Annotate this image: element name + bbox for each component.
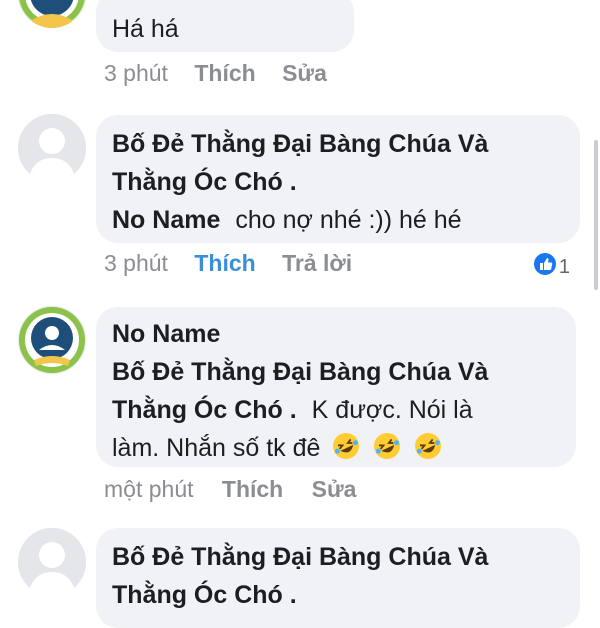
comment-bubble-3: No Name Bố Đẻ Thằng Đại Bàng Chúa Và Thằ… <box>96 307 576 467</box>
comment-time: 3 phút <box>104 250 168 276</box>
avatar-default[interactable] <box>18 528 86 596</box>
comment-author-name[interactable]: Bố Đẻ Thằng Đại Bàng Chúa Và <box>112 130 488 158</box>
like-button[interactable]: Thích <box>194 250 255 277</box>
mention-tag[interactable]: Bố Đẻ Thằng Đại Bàng Chúa Và <box>112 358 488 386</box>
comment-author-name[interactable]: No Name <box>112 320 220 348</box>
comment-text: cho nợ nhé :)) hé hé <box>235 206 462 234</box>
comment-text: Há há <box>112 15 179 43</box>
like-button[interactable]: Thích <box>194 60 255 87</box>
reply-button[interactable]: Trả lời <box>282 250 352 277</box>
edit-button[interactable]: Sửa <box>312 476 357 503</box>
avatar-no-name[interactable] <box>18 0 86 28</box>
thumbs-up-icon <box>533 253 556 281</box>
comment-time: một phút <box>104 476 194 502</box>
comment-text: K được. Nói là <box>311 396 473 424</box>
rolling-on-floor-laughing-emoji <box>415 433 442 459</box>
comment-actions-2: 3 phút Thích Trả lời <box>104 250 352 277</box>
avatar-no-name[interactable] <box>18 306 86 374</box>
edit-button[interactable]: Sửa <box>282 60 327 87</box>
rolling-on-floor-laughing-emoji <box>374 433 401 459</box>
comment-author-name-cont[interactable]: Thằng Óc Chó . <box>112 581 297 609</box>
comment-actions-3: một phút Thích Sửa <box>104 476 356 503</box>
reaction-count: 1 <box>558 255 570 278</box>
comment-author-name[interactable]: Bố Đẻ Thằng Đại Bàng Chúa Và <box>112 543 488 571</box>
mention-tag-cont[interactable]: Thằng Óc Chó . <box>112 396 297 424</box>
mention-tag[interactable]: No Name <box>112 206 220 234</box>
comment-time: 3 phút <box>104 60 168 86</box>
comment-author-name-cont[interactable]: Thằng Óc Chó . <box>112 168 297 196</box>
comment-actions-1: 3 phút Thích Sửa <box>104 60 327 87</box>
like-button[interactable]: Thích <box>222 476 283 503</box>
reaction-summary[interactable]: 1 <box>533 253 570 281</box>
comment-bubble-1: Há há <box>96 0 354 52</box>
avatar-default[interactable] <box>18 114 86 182</box>
comment-bubble-4: Bố Đẻ Thằng Đại Bàng Chúa Và Thằng Óc Ch… <box>96 528 580 628</box>
scrollbar[interactable] <box>594 140 598 290</box>
comment-text-cont: làm. Nhắn số tk đê <box>112 434 321 462</box>
comment-bubble-2: Bố Đẻ Thằng Đại Bàng Chúa Và Thằng Óc Ch… <box>96 115 580 243</box>
rolling-on-floor-laughing-emoji <box>333 433 360 459</box>
